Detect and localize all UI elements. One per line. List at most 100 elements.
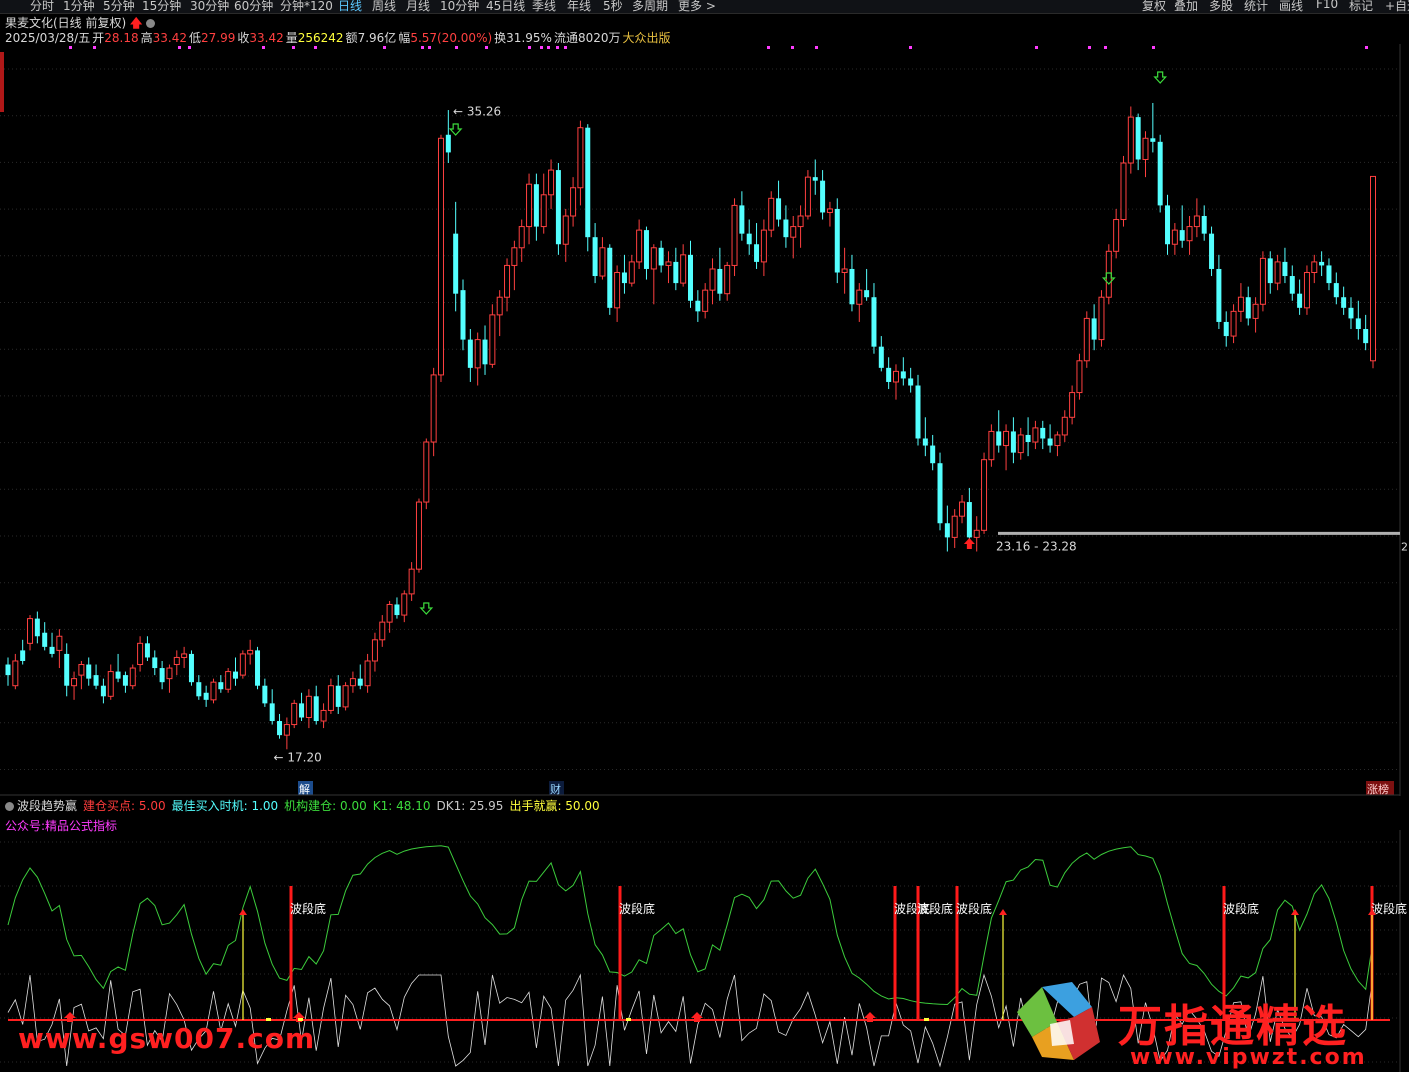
candle bbox=[496, 290, 503, 337]
candle bbox=[1150, 102, 1156, 153]
period-tab[interactable]: 30分钟 bbox=[190, 0, 229, 13]
candlestick-chart[interactable]: ← 35.26 ← 17.20 23.16 - 23.28 2 解 财 涨榜 bbox=[0, 44, 1409, 796]
candle bbox=[702, 283, 709, 319]
high-label: 高 bbox=[140, 31, 153, 45]
toolbar-button[interactable]: 统计 bbox=[1244, 0, 1268, 13]
period-tab[interactable]: 45日线 bbox=[486, 0, 525, 13]
wave-bottom-label: 波段底 bbox=[1371, 901, 1407, 916]
period-tab[interactable]: 5分钟 bbox=[103, 0, 135, 13]
candle bbox=[1303, 265, 1310, 315]
candle bbox=[445, 110, 451, 164]
candle bbox=[1098, 290, 1105, 347]
sector-link[interactable]: 大众出版 bbox=[623, 31, 671, 45]
candle bbox=[724, 261, 731, 301]
period-tab[interactable]: 15分钟 bbox=[142, 0, 181, 13]
candle bbox=[973, 516, 980, 552]
candle bbox=[152, 650, 158, 676]
candle bbox=[1040, 420, 1046, 450]
candle bbox=[915, 374, 921, 446]
candle bbox=[1076, 353, 1083, 400]
cai-tag[interactable]: 财 bbox=[549, 781, 564, 796]
period-tab[interactable]: 5秒 bbox=[603, 0, 623, 13]
signal-dot bbox=[262, 46, 265, 49]
turnover-label: 换 bbox=[494, 31, 507, 45]
candle bbox=[474, 332, 481, 386]
candle bbox=[1003, 424, 1010, 471]
toolbar-button[interactable]: 叠加 bbox=[1174, 0, 1198, 13]
period-tab[interactable]: 更多 > bbox=[678, 0, 716, 13]
toolbar-button[interactable]: 复权 bbox=[1142, 0, 1166, 13]
signal-dot bbox=[292, 46, 295, 49]
candle bbox=[1083, 311, 1090, 368]
signal-dot bbox=[540, 46, 543, 49]
candle bbox=[1061, 410, 1068, 443]
candle bbox=[1333, 272, 1339, 305]
limit-up-tag[interactable]: 涨榜 bbox=[1366, 781, 1394, 796]
period-tab[interactable]: 多周期 bbox=[632, 0, 668, 13]
settings-circle-icon[interactable] bbox=[146, 19, 156, 28]
candle bbox=[1193, 198, 1200, 238]
candle bbox=[1105, 244, 1112, 305]
period-tab[interactable]: 季线 bbox=[532, 0, 556, 13]
candle bbox=[129, 664, 136, 690]
candle bbox=[1142, 131, 1149, 178]
indicator-name[interactable]: 波段趋势赢 bbox=[17, 799, 77, 813]
logo-icon bbox=[1012, 982, 1104, 1062]
period-tab[interactable]: 分时 bbox=[30, 0, 54, 13]
candle bbox=[886, 357, 892, 390]
high-value: 33.42 bbox=[152, 31, 187, 45]
period-tab[interactable]: 日线 bbox=[338, 0, 362, 13]
period-tab[interactable]: 月线 bbox=[406, 0, 430, 13]
toolbar-button[interactable]: 多股 bbox=[1209, 0, 1233, 13]
candle bbox=[269, 689, 275, 725]
toolbar-button[interactable]: 画线 bbox=[1279, 0, 1303, 13]
candle bbox=[1135, 113, 1141, 171]
candle bbox=[1289, 265, 1295, 301]
candle bbox=[1179, 205, 1185, 248]
signal-dot bbox=[1035, 46, 1038, 49]
candle bbox=[239, 650, 246, 679]
candle bbox=[1355, 300, 1361, 340]
candle bbox=[900, 357, 906, 386]
candle bbox=[797, 205, 804, 248]
candle bbox=[1319, 251, 1325, 277]
candle bbox=[357, 664, 363, 690]
candle bbox=[951, 509, 958, 548]
candle bbox=[731, 198, 738, 277]
period-tab[interactable]: 年线 bbox=[567, 0, 591, 13]
candle bbox=[386, 600, 393, 633]
candle bbox=[283, 717, 290, 750]
signal-dot bbox=[178, 46, 181, 49]
candle bbox=[42, 622, 48, 651]
stock-name[interactable]: 果麦文化(日线 前复权) bbox=[5, 16, 126, 30]
candle bbox=[746, 219, 752, 255]
toolbar-button[interactable]: +自选 bbox=[1385, 0, 1409, 13]
toolbar-button[interactable]: F10 bbox=[1316, 0, 1338, 11]
period-tab[interactable]: 1分钟 bbox=[63, 0, 95, 13]
candle bbox=[49, 632, 55, 658]
buy-arrow-icon bbox=[239, 909, 247, 915]
candle bbox=[804, 170, 811, 220]
candle bbox=[841, 247, 848, 294]
period-tab[interactable]: 周线 bbox=[372, 0, 396, 13]
high-price-label: ← 35.26 bbox=[453, 104, 501, 118]
candle bbox=[1209, 226, 1215, 277]
signal-dot bbox=[767, 46, 770, 49]
period-tab[interactable]: 60分钟 bbox=[234, 0, 273, 13]
candle bbox=[489, 304, 496, 368]
toolbar-button[interactable]: 标记 bbox=[1349, 0, 1373, 13]
signal-dot bbox=[1104, 46, 1107, 49]
candle bbox=[159, 660, 165, 690]
candle bbox=[233, 657, 238, 686]
wave-bottom-label: 波段底 bbox=[619, 901, 655, 916]
candle bbox=[93, 664, 99, 690]
period-tab[interactable]: 分钟*120 bbox=[280, 0, 333, 13]
candle bbox=[1245, 286, 1251, 326]
candle bbox=[1259, 251, 1266, 312]
period-tab[interactable]: 10分钟 bbox=[440, 0, 479, 13]
yellow-mark bbox=[298, 1018, 303, 1021]
candle bbox=[1363, 314, 1369, 351]
jie-tag[interactable]: 解 bbox=[298, 781, 313, 796]
candle bbox=[137, 636, 144, 672]
collapse-icon[interactable] bbox=[5, 802, 14, 811]
